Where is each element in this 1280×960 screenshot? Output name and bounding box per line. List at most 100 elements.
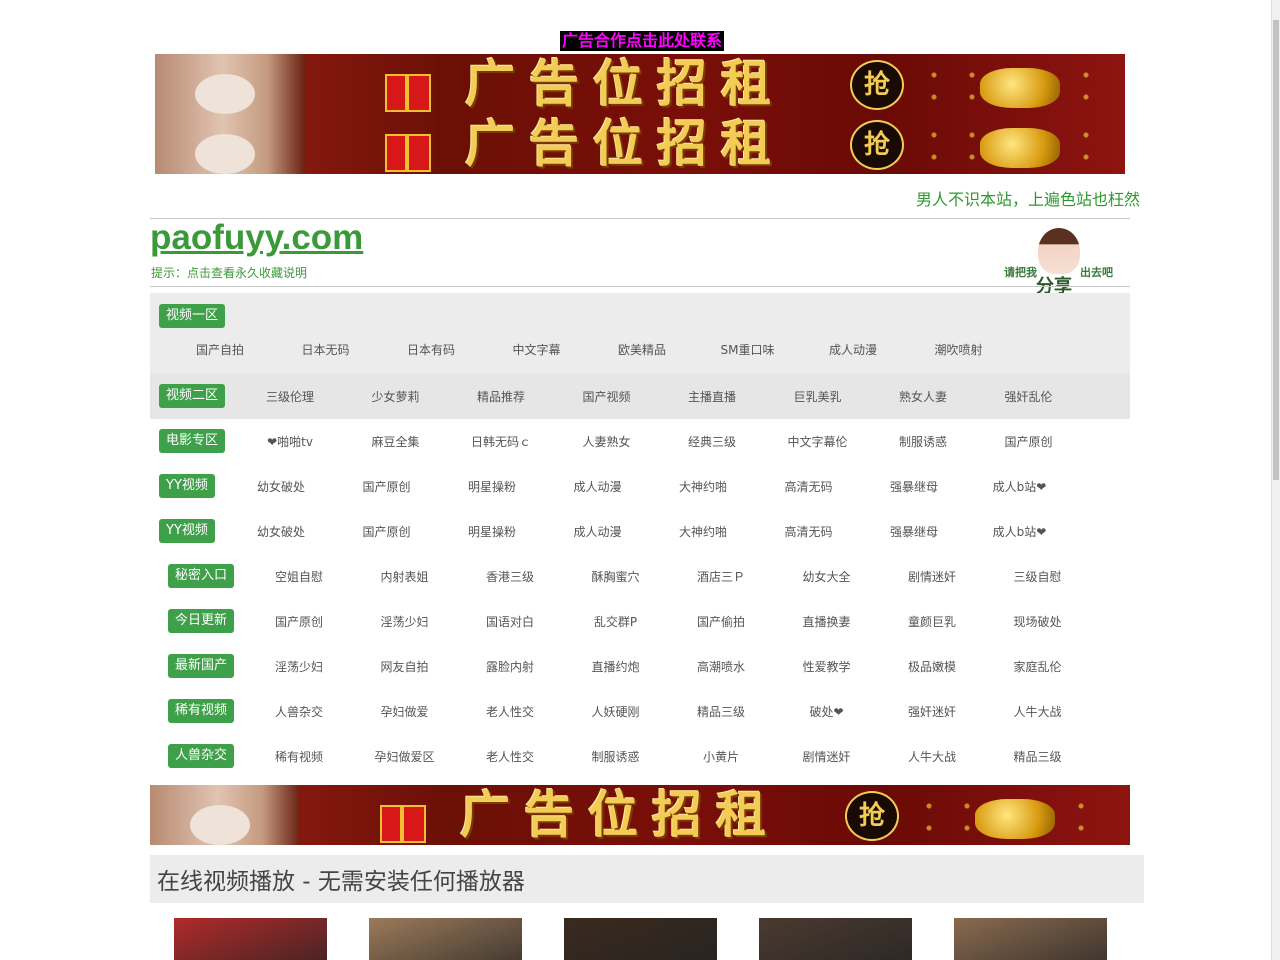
category-link[interactable]: 熟女人妻 — [870, 388, 976, 405]
category-link[interactable]: 极品嫩模 — [879, 658, 985, 675]
category-link[interactable]: 大神约啪 — [650, 523, 756, 540]
category-link[interactable]: 日本无码 — [273, 341, 379, 358]
site-logo[interactable]: paofuyy.com — [150, 218, 363, 258]
category-link[interactable]: 制服诱惑 — [563, 748, 669, 765]
category-badge[interactable]: 稀有视频 — [168, 699, 235, 723]
category-link[interactable]: 国产原创 — [334, 478, 440, 495]
category-link[interactable]: 网友自拍 — [352, 658, 458, 675]
category-link[interactable]: 成人动漫 — [545, 523, 651, 540]
category-link[interactable]: 破处❤ — [774, 703, 880, 720]
category-link[interactable]: 三级自慰 — [985, 568, 1091, 585]
category-link[interactable]: 香港三级 — [457, 568, 563, 585]
category-link[interactable]: 少女萝莉 — [343, 388, 449, 405]
category-link[interactable]: 幼女大全 — [774, 568, 880, 585]
category-link[interactable]: 酒店三Ｐ — [668, 568, 774, 585]
category-link[interactable]: 日韩无码ｃ — [448, 433, 554, 450]
category-link[interactable]: 精品推荐 — [448, 388, 554, 405]
category-link[interactable]: 精品三级 — [985, 748, 1091, 765]
category-link[interactable]: 精品三级 — [668, 703, 774, 720]
video-thumbnail[interactable] — [564, 918, 717, 960]
category-link[interactable]: 强暴继母 — [861, 523, 967, 540]
category-link[interactable]: 国产原创 — [334, 523, 440, 540]
category-link[interactable]: 高清无码 — [756, 478, 862, 495]
category-badge[interactable]: 视频一区 — [159, 304, 226, 328]
category-link[interactable]: 性爱教学 — [774, 658, 880, 675]
category-link[interactable]: 制服诱惑 — [870, 433, 976, 450]
category-link[interactable]: 潮吹喷射 — [906, 341, 1012, 358]
category-link[interactable]: 淫荡少妇 — [352, 613, 458, 630]
category-link[interactable]: 直播约炮 — [563, 658, 669, 675]
category-link[interactable]: 国产原创 — [976, 433, 1082, 450]
category-link[interactable]: 主播直播 — [659, 388, 765, 405]
category-link[interactable]: 孕妇做爱区 — [352, 748, 458, 765]
video-thumbnail[interactable] — [174, 918, 327, 960]
category-badge[interactable]: 人兽杂交 — [168, 744, 235, 768]
category-link[interactable]: 淫荡少妇 — [246, 658, 352, 675]
top-banner-2[interactable]: 广告位招租 抢 — [155, 114, 1125, 174]
category-link[interactable]: 三级伦理 — [237, 388, 343, 405]
category-link[interactable]: 大神约啪 — [650, 478, 756, 495]
category-badge[interactable]: 今日更新 — [168, 609, 235, 633]
share-widget[interactable]: 请把我 出去吧 分享 — [1000, 228, 1120, 297]
video-thumbnail[interactable] — [759, 918, 912, 960]
category-link[interactable]: 直播换妻 — [774, 613, 880, 630]
category-link[interactable]: 明星操粉 — [439, 523, 545, 540]
category-link[interactable]: 经典三级 — [659, 433, 765, 450]
category-badge[interactable]: 视频二区 — [159, 384, 226, 408]
category-badge[interactable]: YY视频 — [159, 519, 215, 543]
category-link[interactable]: 童颜巨乳 — [879, 613, 985, 630]
category-link[interactable]: 中文字幕 — [484, 341, 590, 358]
category-link[interactable]: 小黄片 — [668, 748, 774, 765]
category-link[interactable]: 国产自拍 — [167, 341, 273, 358]
category-link[interactable]: 巨乳美乳 — [765, 388, 871, 405]
category-link[interactable]: 欧美精品 — [589, 341, 695, 358]
category-link[interactable]: 露脸内射 — [457, 658, 563, 675]
category-link[interactable]: 酥胸蜜穴 — [563, 568, 669, 585]
ad-contact-link[interactable]: 广告合作点击此处联系 — [560, 31, 725, 51]
category-link[interactable]: 人妻熟女 — [554, 433, 660, 450]
category-link[interactable]: 幼女破处 — [228, 523, 334, 540]
category-link[interactable]: 日本有码 — [378, 341, 484, 358]
category-badge[interactable]: 电影专区 — [159, 429, 226, 453]
category-link[interactable]: 老人性交 — [457, 703, 563, 720]
category-link[interactable]: 老人性交 — [457, 748, 563, 765]
top-banner-1[interactable]: 广告位招租 抢 — [155, 54, 1125, 114]
category-link[interactable]: 国产原创 — [246, 613, 352, 630]
category-link[interactable]: 成人b站❤ — [967, 523, 1073, 540]
category-badge[interactable]: 最新国产 — [168, 654, 235, 678]
category-link[interactable]: 高潮喷水 — [668, 658, 774, 675]
category-link[interactable]: 人妖硬刚 — [563, 703, 669, 720]
category-link[interactable]: 人牛大战 — [985, 703, 1091, 720]
category-badge[interactable]: YY视频 — [159, 474, 215, 498]
category-link[interactable]: 强奸迷奸 — [879, 703, 985, 720]
category-link[interactable]: 强奸乱伦 — [976, 388, 1082, 405]
category-link[interactable]: 国产视频 — [554, 388, 660, 405]
category-link[interactable]: 现场破处 — [985, 613, 1091, 630]
category-link[interactable]: 成人动漫 — [800, 341, 906, 358]
category-link[interactable]: 人牛大战 — [879, 748, 985, 765]
category-link[interactable]: 高清无码 — [756, 523, 862, 540]
category-link[interactable]: 国产偷拍 — [668, 613, 774, 630]
category-link[interactable]: 孕妇做爱 — [352, 703, 458, 720]
category-link[interactable]: 稀有视频 — [246, 748, 352, 765]
mid-banner[interactable]: 广告位招租 抢 — [150, 785, 1130, 845]
category-link[interactable]: SM重口味 — [695, 341, 801, 358]
category-link[interactable]: 国语对白 — [457, 613, 563, 630]
category-link[interactable]: ❤啪啪tv — [237, 433, 343, 450]
category-link[interactable]: 空姐自慰 — [246, 568, 352, 585]
category-link[interactable]: 幼女破处 — [228, 478, 334, 495]
bookmark-tip-link[interactable]: 提示：点击查看永久收藏说明 — [151, 264, 307, 281]
category-link[interactable]: 中文字幕伦 — [765, 433, 871, 450]
category-link[interactable]: 乱交群P — [563, 613, 669, 630]
category-link[interactable]: 人兽杂交 — [246, 703, 352, 720]
page-scrollbar[interactable] — [1271, 0, 1280, 960]
category-link[interactable]: 成人b站❤ — [967, 478, 1073, 495]
category-link[interactable]: 剧情迷奸 — [774, 748, 880, 765]
video-thumbnail[interactable] — [954, 918, 1107, 960]
category-link[interactable]: 麻豆全集 — [343, 433, 449, 450]
video-thumbnail[interactable] — [369, 918, 522, 960]
scrollbar-thumb[interactable] — [1273, 20, 1279, 480]
category-link[interactable]: 强暴继母 — [861, 478, 967, 495]
category-link[interactable]: 成人动漫 — [545, 478, 651, 495]
category-link[interactable]: 剧情迷奸 — [879, 568, 985, 585]
